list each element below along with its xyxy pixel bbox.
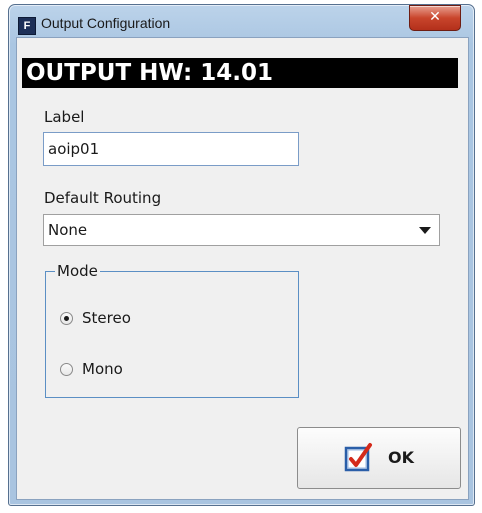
window-title: Output Configuration <box>41 15 171 31</box>
dropdown-arrow-icon[interactable] <box>419 227 431 234</box>
checkmark-icon <box>344 443 372 472</box>
app-icon: F <box>18 17 36 35</box>
radio-selected-dot <box>64 316 69 321</box>
ok-button[interactable]: OK <box>297 427 461 489</box>
default-routing-value: None <box>48 221 88 239</box>
close-icon: ✕ <box>429 9 441 25</box>
label-caption: Label <box>44 108 85 126</box>
mono-label[interactable]: Mono <box>82 360 123 378</box>
ok-label: OK <box>388 448 414 467</box>
output-header: OUTPUT HW: 14.01 <box>22 58 458 88</box>
default-routing-select[interactable]: None <box>43 214 440 246</box>
mode-group-title: Mode <box>55 262 100 280</box>
stereo-radio[interactable] <box>60 312 73 325</box>
label-field[interactable]: aoip01 <box>43 132 299 166</box>
default-routing-caption: Default Routing <box>44 189 162 207</box>
mono-radio[interactable] <box>60 363 73 376</box>
stereo-label[interactable]: Stereo <box>82 309 131 327</box>
mode-group <box>45 271 299 398</box>
close-button[interactable]: ✕ <box>409 5 461 31</box>
title-bar[interactable]: F Output Configuration ✕ <box>8 4 473 40</box>
